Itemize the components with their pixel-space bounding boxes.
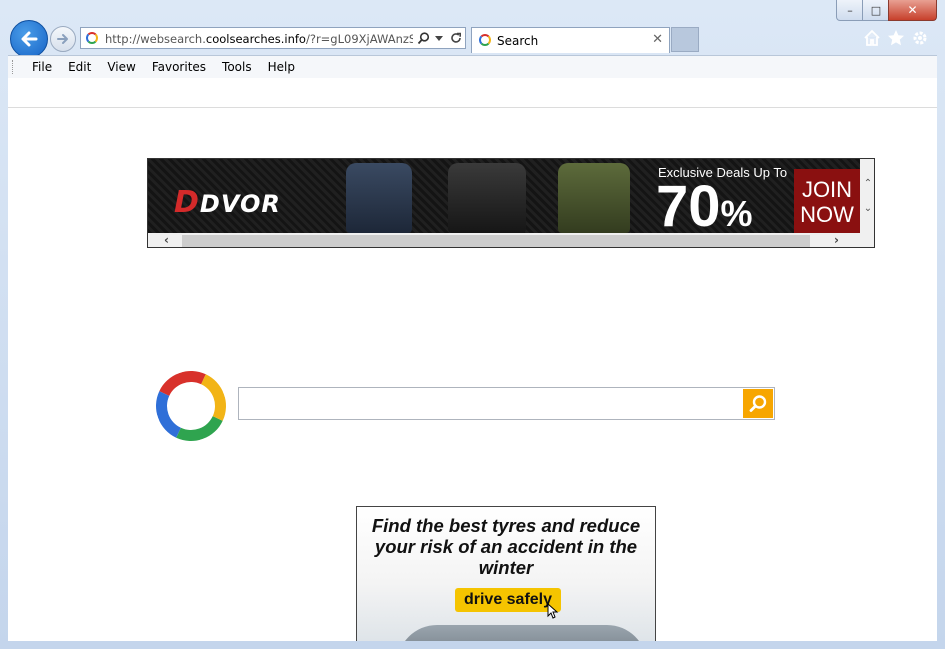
menu-file[interactable]: File bbox=[24, 60, 60, 74]
menu-help[interactable]: Help bbox=[260, 60, 303, 74]
menu-view[interactable]: View bbox=[99, 60, 143, 74]
back-arrow-icon bbox=[21, 31, 38, 47]
scrollbar-thumb[interactable] bbox=[182, 235, 810, 247]
scroll-left-icon[interactable]: ‹ bbox=[164, 233, 169, 247]
favorites-star-icon[interactable] bbox=[886, 28, 906, 48]
site-logo bbox=[146, 361, 236, 451]
close-window-button[interactable]: ✕ bbox=[888, 0, 937, 21]
toolbar-grip bbox=[12, 60, 16, 74]
site-favicon-icon bbox=[86, 32, 98, 44]
url-prefix: http://websearch. bbox=[105, 32, 206, 46]
banner-join-now-button[interactable]: JOIN NOW bbox=[794, 169, 860, 233]
address-bar[interactable]: http://websearch.coolsearches.info/?r=gL… bbox=[80, 27, 466, 49]
tab-title: Search bbox=[497, 34, 539, 48]
menu-tools[interactable]: Tools bbox=[214, 60, 260, 74]
new-tab-button[interactable] bbox=[671, 27, 699, 52]
search-icon[interactable] bbox=[417, 32, 430, 45]
scroll-up-icon[interactable]: ⌃ bbox=[864, 178, 872, 189]
backpack-blue-image bbox=[346, 163, 412, 233]
backpack-black-image bbox=[448, 163, 526, 233]
browser-window: – □ ✕ http://websearch.coolsearches.info… bbox=[0, 0, 945, 649]
menu-favorites[interactable]: Favorites bbox=[144, 60, 214, 74]
tab-search[interactable]: Search ✕ bbox=[471, 27, 670, 53]
forward-button[interactable] bbox=[50, 26, 76, 52]
dropdown-arrow-icon[interactable] bbox=[435, 36, 443, 42]
page-content: DDVOR Exclusive Deals Up To 70% JOIN NOW … bbox=[8, 78, 937, 641]
minimize-button[interactable]: – bbox=[836, 0, 864, 21]
banner-vertical-scrollbar[interactable]: ⌃ ⌄ bbox=[860, 159, 874, 233]
address-url[interactable]: http://websearch.coolsearches.info/?r=gL… bbox=[105, 32, 413, 46]
header-divider bbox=[8, 107, 937, 108]
banner-ad[interactable]: DDVOR Exclusive Deals Up To 70% JOIN NOW … bbox=[147, 158, 875, 248]
tab-favicon-icon bbox=[479, 34, 491, 46]
maximize-button[interactable]: □ bbox=[862, 0, 890, 21]
banner-horizontal-scrollbar[interactable]: ‹ › bbox=[148, 233, 874, 247]
url-path: /?r=gL09XjAWAnzSlhat bbox=[305, 32, 413, 46]
backpack-green-image bbox=[558, 163, 630, 233]
mouse-cursor-icon bbox=[547, 603, 559, 619]
banner-ad-image[interactable]: DDVOR Exclusive Deals Up To 70% JOIN NOW bbox=[148, 159, 860, 237]
drive-safely-button[interactable]: drive safely bbox=[455, 588, 561, 612]
search-input[interactable] bbox=[239, 388, 755, 419]
search-button[interactable] bbox=[743, 389, 773, 418]
menu-bar: File Edit View Favorites Tools Help bbox=[8, 55, 937, 79]
forward-arrow-icon bbox=[57, 34, 68, 44]
tyre-ad-headline: Find the best tyres and reduce your risk… bbox=[371, 515, 641, 578]
scroll-right-icon[interactable]: › bbox=[834, 233, 839, 247]
refresh-icon[interactable] bbox=[449, 31, 463, 45]
menu-edit[interactable]: Edit bbox=[60, 60, 99, 74]
url-host: coolsearches.info bbox=[205, 32, 306, 46]
back-button[interactable] bbox=[10, 20, 48, 58]
tyre-ad[interactable]: Find the best tyres and reduce your risk… bbox=[356, 506, 656, 641]
car-image bbox=[397, 625, 647, 641]
settings-gear-icon[interactable] bbox=[910, 28, 930, 48]
close-tab-icon[interactable]: ✕ bbox=[652, 32, 663, 47]
search-box bbox=[238, 387, 775, 420]
magnifier-icon bbox=[749, 394, 767, 412]
home-icon[interactable] bbox=[862, 28, 882, 48]
banner-brand-logo: DDVOR bbox=[174, 185, 281, 220]
scroll-down-icon[interactable]: ⌄ bbox=[864, 203, 872, 214]
